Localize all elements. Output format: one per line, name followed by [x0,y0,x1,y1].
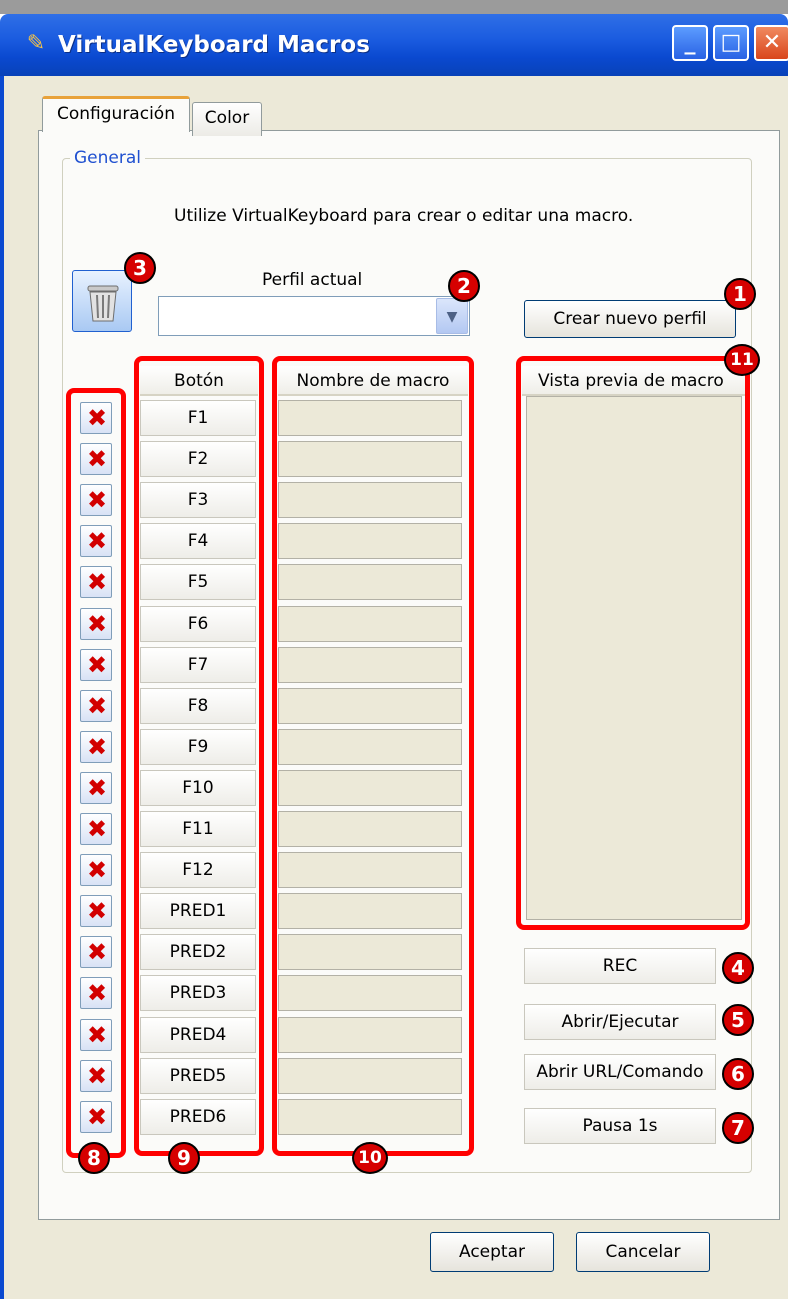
rec-button[interactable]: REC [524,948,716,984]
pause-button[interactable]: Pausa 1s [524,1108,716,1144]
instruction-text: Utilize VirtualKeyboard para crear o edi… [174,206,634,226]
cancel-button[interactable]: Cancelar [576,1232,710,1272]
annotation-box-preview [516,356,750,930]
annotation-box-button-column [134,356,264,1156]
annotation-badge-3: 3 [124,252,156,284]
annotation-badge-8: 8 [78,1142,110,1174]
annotation-box-delete-column [66,388,126,1158]
group-label: General [70,146,145,170]
profile-select[interactable] [158,296,470,336]
trash-can-icon [87,285,119,322]
tab-configuracion[interactable]: Configuración [42,96,190,132]
open-url-command-button[interactable]: Abrir URL/Comando [524,1054,716,1090]
annotation-badge-1: 1 [724,278,756,310]
keyboard-pen-icon: ✎ [26,31,46,56]
screen-top-strip [0,0,788,14]
annotation-badge-6: 6 [722,1058,754,1090]
open-execute-button[interactable]: Abrir/Ejecutar [524,1004,716,1040]
window-title: VirtualKeyboard Macros [58,32,370,58]
create-profile-button[interactable]: Crear nuevo perfil [524,300,736,338]
annotation-badge-4: 4 [722,952,754,984]
annotation-box-name-column [272,356,474,1156]
annotation-badge-11: 11 [724,344,760,376]
accept-button[interactable]: Aceptar [430,1232,554,1272]
close-button[interactable]: ✕ [754,25,788,61]
tab-color[interactable]: Color [192,102,262,136]
annotation-badge-2: 2 [448,270,480,302]
annotation-badge-7: 7 [722,1112,754,1144]
chevron-down-icon[interactable]: ▼ [436,298,468,334]
minimize-button[interactable]: _ [672,25,708,61]
annotation-badge-9: 9 [168,1142,200,1174]
annotation-badge-10: 10 [352,1142,388,1174]
profile-label: Perfil actual [262,270,363,290]
delete-profile-button[interactable] [72,270,132,332]
annotation-badge-5: 5 [722,1004,754,1036]
maximize-button[interactable]: □ [713,25,749,61]
